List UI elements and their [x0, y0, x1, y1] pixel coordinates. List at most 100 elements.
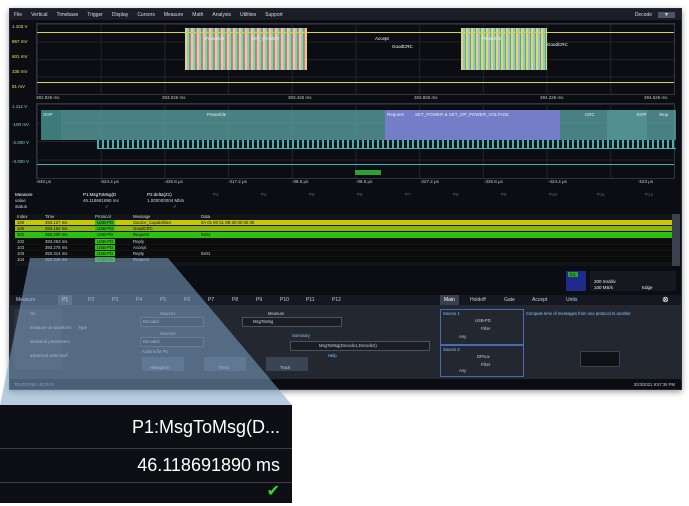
zoom-y-label: -2.000 V: [12, 140, 30, 145]
cell-protocol: USB-PD: [95, 226, 116, 232]
tab-main[interactable]: Main: [440, 295, 459, 305]
p-label[interactable]: P11: [597, 192, 605, 197]
p-label[interactable]: P7: [405, 192, 411, 197]
tab-p1[interactable]: P1: [58, 295, 73, 305]
p-label[interactable]: P4: [261, 192, 267, 197]
p-label[interactable]: P10: [549, 192, 557, 197]
oscilloscope-window: File Vertical Timebase Trigger Display C…: [9, 8, 682, 390]
tab-p5[interactable]: P5: [160, 295, 166, 305]
zoom-y-label: -100 mV: [12, 122, 30, 127]
left-item[interactable]: measure on waveform: [30, 325, 71, 330]
p2-name[interactable]: P2:delta(Z1): [147, 192, 172, 197]
source2-protocol[interactable]: DPAux: [477, 354, 490, 359]
left-item[interactable]: advanced extra stuff: [30, 353, 68, 358]
table-row[interactable]: 103 393.314 ms USB-PD Reply 0x01: [15, 251, 680, 257]
table-row[interactable]: 100 393.192 ms USB-PD GoodCRC: [15, 226, 680, 232]
zoom-time-label: -640 μs: [36, 179, 52, 184]
close-icon[interactable]: ⊗: [662, 295, 669, 305]
p-label[interactable]: P6: [357, 192, 363, 197]
zoom-time-label: -317.2 μs: [228, 179, 247, 184]
menu-support[interactable]: Support: [265, 12, 283, 18]
menu-math[interactable]: Math: [192, 12, 203, 18]
source2-field[interactable]: Decode2: [140, 337, 204, 347]
decode-band: [61, 110, 676, 140]
p-label[interactable]: P8: [453, 192, 459, 197]
tab-holdoff[interactable]: Holdoff: [470, 295, 486, 305]
trigger-marker[interactable]: [355, 170, 381, 175]
menu-display[interactable]: Display: [112, 12, 128, 18]
header-data: Data: [201, 214, 211, 219]
table-scrollbar[interactable]: [672, 214, 680, 266]
p1-name[interactable]: P1:MsgToMsg(D: [83, 192, 116, 197]
p-label[interactable]: P5: [309, 192, 315, 197]
menu-cursors[interactable]: Cursors: [137, 12, 155, 18]
decode-label[interactable]: Decode: [635, 12, 652, 18]
header-protocol: Protocol: [95, 214, 111, 219]
menu-file[interactable]: File: [14, 12, 22, 18]
tab-accept[interactable]: Accept: [532, 295, 547, 305]
zoom-p1-value: 46.118691890 ms: [137, 455, 280, 475]
wave-line-bottom: [37, 82, 674, 83]
tab-p7[interactable]: P7: [208, 295, 214, 305]
on-checkbox[interactable]: On: [30, 311, 36, 316]
tab-p9[interactable]: P9: [256, 295, 262, 305]
source1-protocol[interactable]: USB-PD: [475, 318, 491, 323]
tab-units[interactable]: Units: [566, 295, 577, 305]
menu-timebase[interactable]: Timebase: [56, 12, 78, 18]
overview-waveform-grid[interactable]: Preamble SET_POWER Accept GoodCRC Preamb…: [36, 23, 675, 95]
measure-field[interactable]: MsgToMsg: [242, 317, 342, 327]
tab-p10[interactable]: P10: [280, 295, 289, 305]
left-item[interactable]: statistical parameters: [30, 339, 70, 344]
cell-message: Source_Capabilities: [133, 220, 172, 225]
table-row[interactable]: 101 393.200 ms USB-PD Request 0x01: [15, 232, 680, 238]
table-row[interactable]: 103 393.275 ms USB-PD Accept: [15, 244, 680, 251]
cell-index: 100: [17, 226, 25, 232]
tab-gate[interactable]: Gate: [504, 295, 515, 305]
decode-table[interactable]: Index Time Protocol Message Data 100 393.…: [15, 214, 680, 266]
p-label[interactable]: P12: [645, 192, 653, 197]
top-time-label: 394.626 ms: [644, 95, 668, 100]
channel-box-c1[interactable]: C1: [566, 271, 586, 291]
tab-p12[interactable]: P12: [332, 295, 341, 305]
menu-analysis[interactable]: Analysis: [212, 12, 231, 18]
source1-box-title: Source 1: [443, 311, 460, 316]
menu-utilities[interactable]: Utilities: [240, 12, 256, 18]
menu-vertical[interactable]: Vertical: [31, 12, 47, 18]
zoom-time-label: -523 μs: [638, 179, 654, 184]
p-label[interactable]: P9: [501, 192, 507, 197]
source2-filter-value[interactable]: Any: [459, 368, 466, 373]
zoom-time-label: -08.6 μs: [292, 179, 309, 184]
p-label[interactable]: P3: [213, 192, 219, 197]
table-row[interactable]: 102 393.263 ms USB-PD Reply: [15, 238, 680, 244]
table-row[interactable]: 104 393.345 ms USB-PD Request: [15, 257, 680, 263]
source1-field[interactable]: Decode1: [140, 317, 204, 327]
zoom-waveform-grid[interactable]: SOP Preamble Request SET_POWER & SET_OP_…: [36, 103, 676, 179]
source2-box: Source 2 DPAux Filter Any: [440, 345, 524, 377]
cell-index: 100: [17, 220, 25, 225]
table-row[interactable]: 100 393.127 ms USB-PD Source_Capabilities 0A…: [15, 220, 680, 226]
action-button-trend[interactable]: Trend: [204, 357, 246, 371]
measure-row-value: value: [15, 198, 26, 203]
zoom-divider: [0, 448, 292, 449]
menu-trigger[interactable]: Trigger: [87, 12, 103, 18]
top-y-label: 1.103 V: [12, 24, 28, 29]
dialog-left-column: On measure on waveform statistical param…: [14, 309, 71, 369]
c1-label: C1: [568, 272, 578, 277]
tab-measure[interactable]: Measure: [16, 295, 35, 305]
action-button-track[interactable]: Track: [266, 357, 308, 371]
decode-select[interactable]: ▼: [658, 11, 675, 18]
tab-p2[interactable]: P2: [88, 295, 94, 305]
tab-p4[interactable]: P4: [136, 295, 142, 305]
tab-p3[interactable]: P3: [112, 295, 118, 305]
zoom-y-label: 1.112 V: [12, 104, 28, 109]
timebase-box[interactable]: 200 ms/div 100 MS/s Edge: [590, 271, 676, 291]
tab-p8[interactable]: P8: [232, 295, 238, 305]
tab-p6[interactable]: P6: [184, 295, 190, 305]
action-button-histogram[interactable]: Histogram: [142, 357, 184, 371]
cell-message: Reply: [133, 238, 144, 244]
source1-filter-value[interactable]: Any: [459, 334, 466, 339]
decode-text-1: Preamble: [205, 36, 225, 41]
tab-p11[interactable]: P11: [306, 295, 315, 305]
dialog-tabs: Measure P1 P2 P3 P4 P5 P6 P7 P8 P9 P10 P…: [10, 295, 681, 305]
menu-measure[interactable]: Measure: [164, 12, 183, 18]
